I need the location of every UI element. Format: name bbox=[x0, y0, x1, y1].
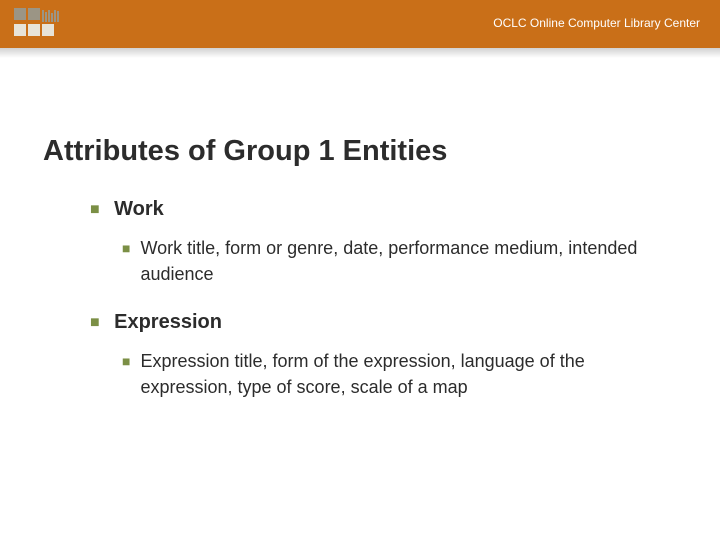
slide: OCLC Online Computer Library Center Attr… bbox=[0, 0, 720, 540]
header-shadow bbox=[0, 48, 720, 58]
content-area: ■ Work ■ Work title, form or genre, date… bbox=[90, 190, 650, 424]
square-bullet-icon: ■ bbox=[90, 314, 100, 331]
list-item: ■ Expression bbox=[90, 311, 650, 334]
header-bar: OCLC Online Computer Library Center bbox=[0, 0, 720, 48]
square-bullet-icon: ■ bbox=[90, 201, 100, 218]
square-bullet-icon: ■ bbox=[122, 348, 130, 374]
list-subitem: ■ Work title, form or genre, date, perfo… bbox=[122, 235, 650, 287]
item-heading: Work bbox=[114, 198, 164, 220]
list-item: ■ Work bbox=[90, 198, 650, 221]
oclc-logo bbox=[14, 8, 70, 40]
item-detail: Expression title, form of the expression… bbox=[140, 348, 650, 400]
slide-title: Attributes of Group 1 Entities bbox=[43, 135, 447, 168]
item-detail: Work title, form or genre, date, perform… bbox=[140, 235, 650, 287]
header-org-text: OCLC Online Computer Library Center bbox=[493, 16, 700, 30]
list-subitem: ■ Expression title, form of the expressi… bbox=[122, 348, 650, 400]
square-bullet-icon: ■ bbox=[122, 235, 130, 261]
item-heading: Expression bbox=[114, 311, 222, 333]
